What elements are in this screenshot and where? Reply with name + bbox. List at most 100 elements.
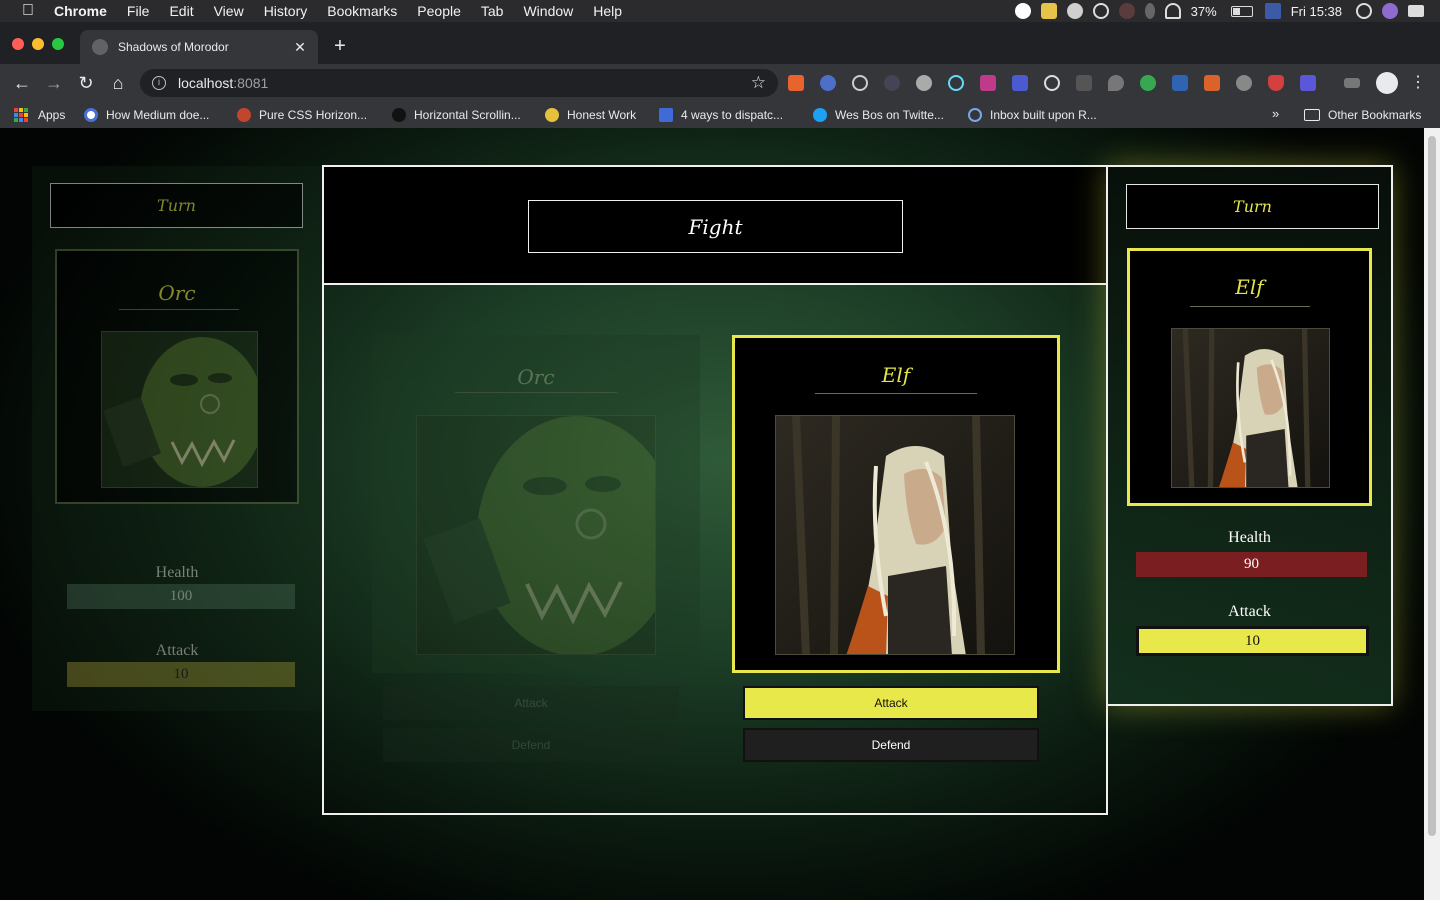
health-bar: 100 (67, 584, 295, 609)
profile-avatar[interactable] (1376, 72, 1398, 94)
bookmark-star-icon[interactable]: ☆ (751, 73, 766, 93)
browser-tab-active[interactable]: Shadows of Morodor ✕ (80, 30, 318, 64)
menu-history[interactable]: History (264, 3, 308, 19)
back-arrow-icon[interactable]: ← (12, 73, 32, 93)
name-divider (1190, 306, 1310, 307)
bookmark-item[interactable]: Honest Work (545, 107, 636, 123)
site-info-icon[interactable]: i (152, 76, 166, 90)
menu-help[interactable]: Help (593, 3, 622, 19)
elf-defend-button[interactable]: Defend (743, 728, 1039, 762)
close-tab-icon[interactable]: ✕ (292, 39, 308, 56)
location-pin-icon[interactable] (1108, 75, 1124, 91)
player-panel-orc: Turn Orc Health 100 Attack 10 (32, 166, 322, 711)
bluetooth-icon[interactable] (1144, 3, 1155, 19)
menu-edit[interactable]: Edit (169, 3, 193, 19)
arena-card-elf[interactable]: Elf (732, 335, 1060, 673)
extension-icon[interactable] (788, 75, 804, 91)
extension-icon[interactable] (1300, 75, 1316, 91)
bookmark-item[interactable]: Horizontal Scrollin... (392, 107, 521, 123)
codepen-icon (237, 108, 251, 122)
record-icon[interactable] (1118, 3, 1135, 19)
more-menu-icon[interactable]: ⋮ (1410, 71, 1426, 95)
extension-icon[interactable] (1076, 75, 1092, 91)
extension-icon[interactable] (1236, 75, 1252, 91)
attack-bar: 10 (67, 662, 295, 687)
extension-icon[interactable] (1140, 75, 1156, 91)
clock-icon[interactable] (1092, 3, 1109, 19)
menubar-status-area: 37% Fri 15:38 (1014, 0, 1440, 22)
name-divider (119, 309, 239, 310)
turn-indicator: Turn (1126, 184, 1379, 229)
extension-icon[interactable] (1204, 75, 1220, 91)
menubar-clock[interactable]: Fri 15:38 (1291, 4, 1342, 19)
apple-icon[interactable]:  (20, 3, 36, 19)
menu-bookmarks[interactable]: Bookmarks (327, 3, 397, 19)
bookmarks-overflow-icon[interactable]: » (1272, 106, 1279, 121)
extension-icon[interactable] (1172, 75, 1188, 91)
extension-icon[interactable] (1012, 75, 1028, 91)
reload-icon[interactable]: ↻ (76, 73, 96, 93)
bookmark-item[interactable]: Inbox built upon R... (968, 107, 1097, 123)
checkmark-icon[interactable] (1014, 3, 1031, 19)
bookmark-apps[interactable]: Apps (14, 107, 65, 123)
battery-percent: 37% (1190, 3, 1217, 19)
menu-tab[interactable]: Tab (481, 3, 504, 19)
extension-icon[interactable] (1044, 75, 1060, 91)
address-bar[interactable]: i localhost:8081 ☆ (140, 69, 778, 97)
extension-icon[interactable] (820, 75, 836, 91)
new-tab-icon[interactable]: + (330, 36, 350, 56)
extension-icon[interactable] (916, 75, 932, 91)
extension-icon[interactable] (1268, 75, 1284, 91)
spotlight-search-icon[interactable] (1356, 3, 1372, 19)
media-controls-icon[interactable] (1344, 78, 1360, 88)
menu-app-chrome[interactable]: Chrome (54, 3, 107, 19)
elf-attack-button[interactable]: Attack (743, 686, 1039, 720)
evernote-icon[interactable] (1066, 3, 1083, 19)
tab-title: Shadows of Morodor (118, 40, 229, 54)
page-scrollbar[interactable] (1424, 128, 1440, 900)
fight-banner: Fight (528, 200, 903, 253)
menu-people[interactable]: People (417, 3, 461, 19)
extension-icon[interactable] (884, 75, 900, 91)
bookmark-item[interactable]: How Medium doe... (84, 107, 209, 123)
menu-file[interactable]: File (127, 3, 150, 19)
zoom-window-icon[interactable] (52, 38, 64, 50)
folder-icon (1304, 109, 1320, 121)
extension-icon[interactable] (980, 75, 996, 91)
close-window-icon[interactable] (12, 38, 24, 50)
wifi-icon[interactable] (1164, 3, 1181, 19)
other-bookmarks-folder[interactable]: Other Bookmarks (1304, 107, 1421, 123)
battery-icon[interactable] (1230, 5, 1253, 17)
chrome-toolbar: ← → ↻ ⌂ i localhost:8081 ☆ ⋮ (0, 64, 1440, 102)
character-card-elf[interactable]: Elf (1127, 248, 1372, 506)
scrollbar-thumb[interactable] (1428, 136, 1436, 836)
orc-portrait-image (102, 332, 257, 487)
minimize-window-icon[interactable] (32, 38, 44, 50)
turn-indicator: Turn (50, 183, 303, 228)
page-viewport: Turn Orc Health 100 Attack 10 Fight Orc … (0, 128, 1440, 900)
notification-center-icon[interactable] (1408, 5, 1424, 17)
bookmark-label: How Medium doe... (106, 108, 210, 122)
home-icon[interactable]: ⌂ (108, 73, 128, 93)
battle-arena: Fight Orc Attack Defend Elf Attack Defen… (322, 165, 1108, 815)
shield-icon[interactable] (1040, 3, 1057, 19)
bookmark-item[interactable]: Wes Bos on Twitte... (813, 107, 944, 123)
react-devtools-icon[interactable] (948, 75, 964, 91)
forward-arrow-icon[interactable]: → (44, 73, 64, 93)
flag-icon[interactable] (1264, 3, 1281, 19)
bookmark-label: Inbox built upon R... (990, 108, 1097, 122)
orc-defend-button[interactable]: Defend (383, 728, 679, 762)
react-icon (968, 108, 982, 122)
bookmark-item[interactable]: 4 ways to dispatc... (659, 107, 783, 123)
extension-icon[interactable] (852, 75, 868, 91)
siri-icon[interactable] (1382, 3, 1398, 19)
orc-attack-button[interactable]: Attack (383, 686, 679, 720)
elf-portrait-image (776, 416, 1014, 654)
arena-card-orc[interactable]: Orc (372, 335, 700, 673)
bookmark-item[interactable]: Pure CSS Horizon... (237, 107, 367, 123)
menu-window[interactable]: Window (523, 3, 573, 19)
menu-view[interactable]: View (214, 3, 244, 19)
character-card-orc[interactable]: Orc (55, 249, 299, 504)
bookmark-label: Pure CSS Horizon... (259, 108, 368, 122)
chrome-tab-strip: Shadows of Morodor ✕ + (0, 22, 1440, 64)
